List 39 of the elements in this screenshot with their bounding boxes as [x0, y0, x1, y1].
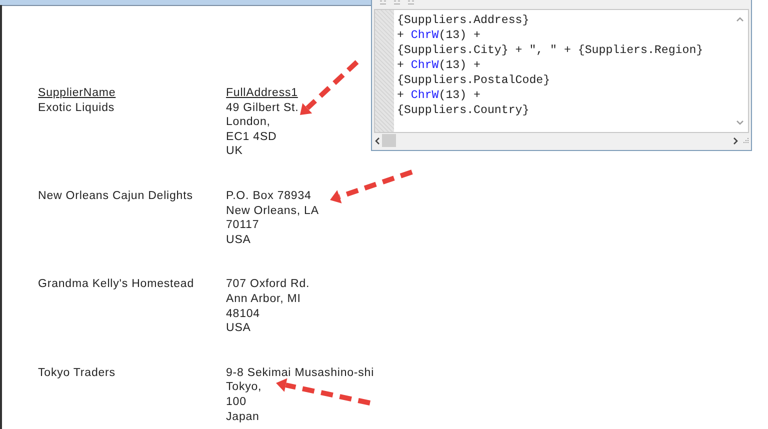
arrow-drawing	[300, 60, 359, 115]
address-line: 9-8 Sekimai Musashino-shi	[226, 366, 374, 380]
address-line: 70117	[226, 218, 260, 233]
address-line: EC1 4SD	[226, 130, 277, 144]
address-line: P.O. Box 78934	[226, 188, 312, 204]
scroll-right-icon[interactable]	[733, 136, 739, 144]
supplier-name: Grandma Kelly's Homestead	[38, 278, 194, 290]
toolbar-icon[interactable]	[408, 0, 414, 5]
toolbar-icon[interactable]	[394, 0, 400, 5]
column-header: FullAddress1	[226, 86, 298, 101]
address-line: 48104	[226, 306, 260, 322]
toolbar-icon[interactable]	[380, 0, 386, 5]
address-line: USA	[226, 232, 251, 248]
code-line: {Suppliers.City} + ", " + {Suppliers.Region}	[397, 43, 704, 58]
scrollbar-thumb[interactable]	[382, 134, 396, 147]
scroll-left-icon[interactable]	[374, 136, 380, 144]
address-line: New Orleans, LA	[226, 204, 319, 218]
supplier-name: Tokyo Traders	[38, 366, 116, 379]
address-line: USA	[226, 321, 251, 336]
address-line: Ann Arbor, MI	[226, 292, 301, 307]
code-line: {Suppliers.Country}	[397, 103, 530, 118]
address-line: London,	[226, 115, 270, 130]
code-line: + ChrW(13) +	[397, 28, 482, 43]
address-line: 49 Gilbert St.	[226, 100, 299, 116]
resize-grip-icon[interactable]	[741, 136, 749, 144]
address-line: 100	[226, 394, 246, 410]
supplier-name: Exotic Liquids	[38, 102, 115, 114]
scroll-up-icon[interactable]	[736, 16, 744, 22]
code-line: + ChrW(13) +	[397, 88, 482, 103]
scroll-down-icon[interactable]	[736, 120, 744, 126]
address-line: UK	[226, 144, 243, 159]
column-header: SupplierName	[38, 86, 116, 101]
address-line: Tokyo,	[226, 380, 262, 395]
address-line: Japan	[226, 410, 260, 424]
code-line: + ChrW(13) +	[397, 58, 482, 73]
code-line: {Suppliers.Address}	[397, 13, 530, 28]
address-line: 707 Oxford Rd.	[226, 277, 310, 292]
code-line: {Suppliers.PostalCode}	[397, 73, 552, 88]
supplier-name: New Orleans Cajun Delights	[38, 190, 193, 202]
